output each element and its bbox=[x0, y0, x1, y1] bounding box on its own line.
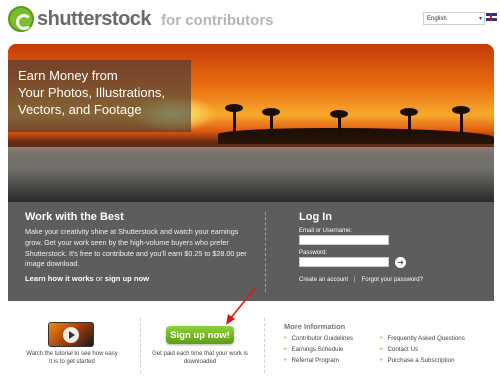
play-icon[interactable] bbox=[63, 327, 79, 343]
work-section: Work with the Best Make your creativity … bbox=[25, 211, 250, 283]
purchase-subscription-link[interactable]: Purchase a Subscription bbox=[380, 357, 465, 364]
tutorial-text: Watch the tutorial to see how easy it is… bbox=[26, 351, 118, 365]
palm-tree-icon bbox=[452, 106, 470, 134]
contact-us-link[interactable]: Contact Us bbox=[380, 346, 465, 353]
email-label: Email or Username: bbox=[299, 228, 353, 234]
bottom-divider bbox=[264, 318, 265, 373]
password-row: ➔ bbox=[299, 256, 479, 272]
hero-headline-box: Earn Money from Your Photos, Illustratio… bbox=[8, 60, 191, 132]
login-section: Log In Email or Username: Password: ➔ Cr… bbox=[299, 211, 479, 283]
more-info-list-right: Frequently Asked Questions Contact Us Pu… bbox=[380, 335, 465, 368]
logo-text: shutterstock bbox=[37, 7, 152, 30]
logo-mark-icon bbox=[8, 6, 34, 32]
chevron-down-icon: ▾ bbox=[478, 16, 482, 22]
login-submit-arrow-icon[interactable]: ➔ bbox=[395, 256, 406, 268]
logo-tagline: for contributors bbox=[161, 11, 274, 29]
password-field[interactable] bbox=[299, 257, 389, 267]
work-title: Work with the Best bbox=[25, 211, 124, 223]
login-title: Log In bbox=[299, 211, 332, 223]
palm-tree-icon bbox=[262, 108, 280, 136]
referral-program-link[interactable]: Referral Program bbox=[284, 357, 353, 364]
forgot-password-link[interactable]: Forgot your password? bbox=[362, 277, 423, 283]
ocean-waves bbox=[8, 147, 494, 202]
link-separator: | bbox=[354, 277, 356, 283]
more-info-list-left: Contributor Guidelines Earnings Schedule… bbox=[284, 335, 353, 368]
palm-tree-icon bbox=[330, 110, 348, 138]
faq-link[interactable]: Frequently Asked Questions bbox=[380, 335, 464, 342]
language-select[interactable]: English ▾ bbox=[423, 12, 485, 25]
work-links: Learn how it works or sign up now bbox=[25, 274, 250, 283]
hero-headline-line: Your Photos, Illustrations, bbox=[18, 85, 165, 100]
palm-tree-icon bbox=[225, 104, 243, 132]
panel-divider bbox=[265, 212, 266, 292]
hero-headline-line: Earn Money from bbox=[18, 68, 118, 83]
earnings-schedule-link[interactable]: Earnings Schedule bbox=[284, 346, 353, 353]
work-description: Make your creativity shine at Shuttersto… bbox=[25, 227, 247, 269]
sign-up-now-button[interactable]: Sign up now! bbox=[166, 326, 234, 344]
bottom-divider bbox=[140, 318, 141, 373]
palm-tree-icon bbox=[400, 108, 418, 136]
language-value: English bbox=[427, 15, 447, 22]
contributor-guidelines-link[interactable]: Contributor Guidelines bbox=[284, 335, 353, 342]
more-information-title: More Information bbox=[284, 322, 346, 331]
uk-flag-icon bbox=[486, 13, 497, 21]
sign-up-link[interactable]: sign up now bbox=[105, 274, 149, 283]
or-text: or bbox=[93, 274, 105, 284]
hero-banner: Earn Money from Your Photos, Illustratio… bbox=[8, 44, 494, 202]
shutterstock-logo[interactable]: shutterstock for contributors bbox=[8, 6, 274, 32]
login-links: Create an account | Forgot your password? bbox=[299, 277, 479, 283]
email-field[interactable] bbox=[299, 235, 389, 245]
header: shutterstock for contributors English ▾ bbox=[0, 0, 500, 40]
red-arrow-icon bbox=[226, 286, 257, 325]
island-silhouette bbox=[218, 128, 494, 144]
learn-how-link[interactable]: Learn how it works bbox=[25, 274, 94, 283]
hero-headline-line: Vectors, and Footage bbox=[18, 102, 142, 117]
create-account-link[interactable]: Create an account bbox=[299, 277, 348, 283]
signup-text: Get paid each time that your work is dow… bbox=[152, 351, 248, 365]
tutorial-video-thumbnail[interactable] bbox=[48, 322, 94, 347]
password-label: Password: bbox=[299, 250, 328, 256]
